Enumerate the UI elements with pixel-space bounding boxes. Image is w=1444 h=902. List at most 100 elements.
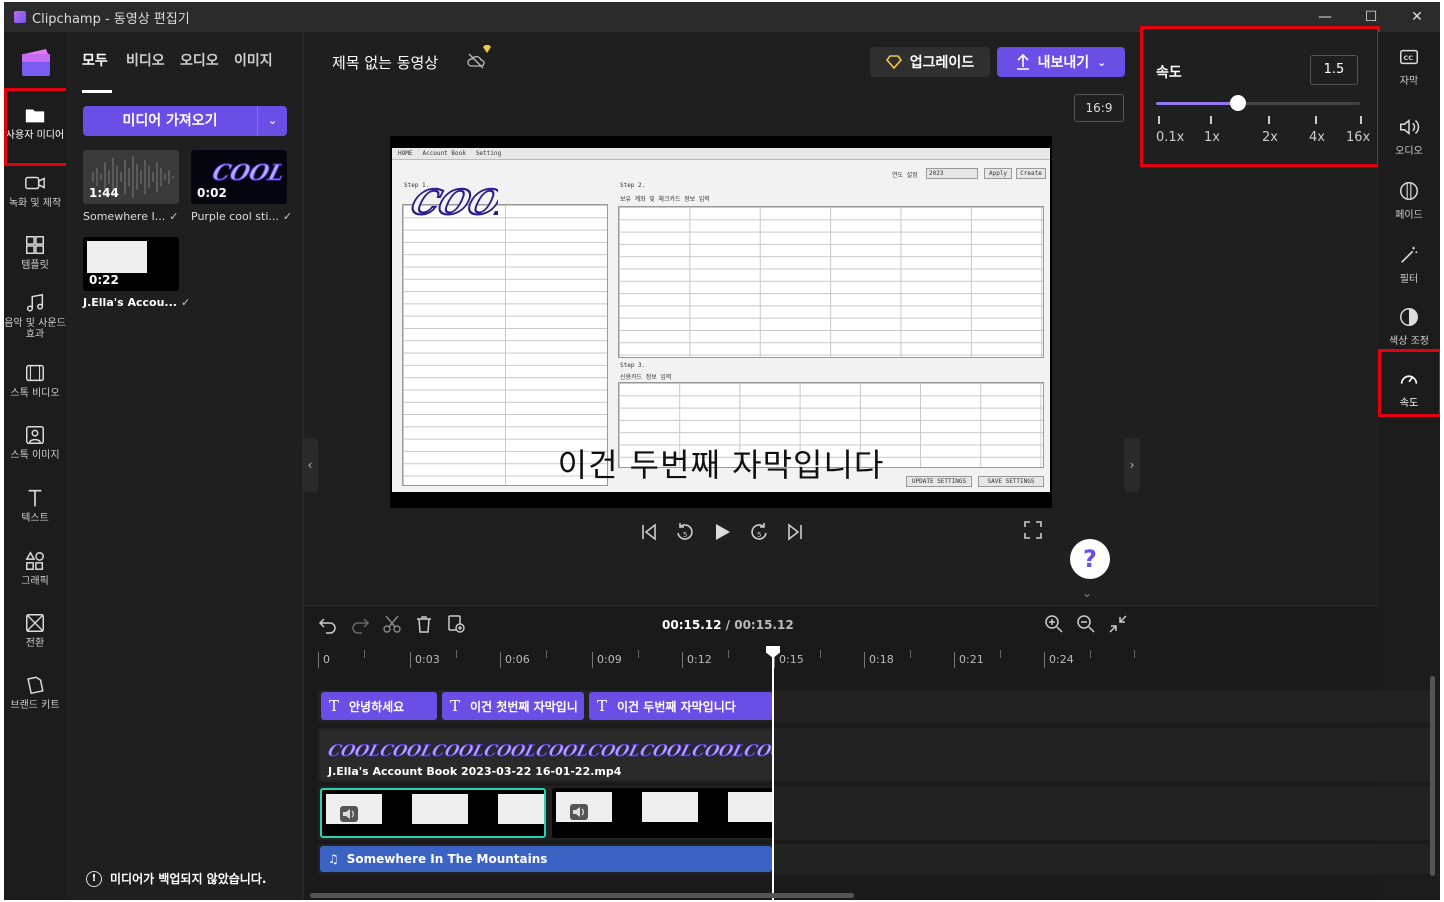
rail-item-graphics[interactable]: 그래픽: [4, 550, 66, 587]
play-icon[interactable]: [711, 521, 733, 543]
tab-video[interactable]: 비디오: [126, 54, 180, 69]
close-button[interactable]: ✕: [1394, 2, 1440, 32]
collapse-left-arrow[interactable]: ‹: [302, 438, 318, 492]
screen-menu-item: HOME: [398, 150, 413, 157]
ruler-mark: 0:18: [864, 652, 894, 668]
frame-thumbnail: [728, 792, 774, 822]
chevron-down-icon[interactable]: ⌄: [1082, 586, 1092, 600]
rail-item-templates[interactable]: 템플릿: [4, 234, 66, 271]
rail-item-text[interactable]: 텍스트: [4, 487, 66, 524]
svg-text:COOL: COOL: [690, 741, 747, 760]
rail-item-record[interactable]: 녹화 및 제작: [4, 172, 66, 209]
svg-text:COOL: COOL: [482, 741, 539, 760]
text-clip[interactable]: T 이건 첫번째 자막입니: [442, 692, 584, 720]
rail-item-stock-image[interactable]: 스톡 이미지: [4, 424, 66, 461]
rail-item-music[interactable]: 음악 및 사운드 효과: [4, 292, 66, 340]
media-thumb-recording[interactable]: 0:22: [83, 237, 179, 291]
tab-all[interactable]: 모두: [82, 54, 126, 69]
time-ruler[interactable]: 0 0:03 0:06 0:09 0:12 0:15 0:18 0:21 0:2…: [318, 646, 1438, 668]
video-preview[interactable]: HOME Account Book Setting Step 1. Step 2…: [390, 136, 1052, 508]
sticker-clip[interactable]: COOL COOL COOL COOL COOL COOL COOL COOL …: [320, 730, 772, 780]
scissors-icon[interactable]: [382, 614, 402, 634]
rail-item-label: 템플릿: [21, 260, 49, 271]
media-thumb-sticker[interactable]: COOL 0:02: [191, 150, 287, 204]
subtitle-overlay[interactable]: 이건 두번째 자막입니다: [392, 440, 1050, 486]
media-tabs: 모두 비디오 오디오 이미지: [82, 54, 288, 69]
rail-item-label: 브랜드 키트: [10, 700, 60, 711]
svg-text:CC: CC: [1404, 54, 1414, 62]
text-clip[interactable]: T 안녕하세요: [321, 692, 437, 720]
rewind-5-icon[interactable]: 5: [674, 521, 696, 543]
chevron-down-icon: ⌄: [1097, 55, 1107, 69]
rail-item-label: 녹화 및 제작: [8, 198, 62, 209]
tab-image[interactable]: 이미지: [234, 54, 288, 69]
frame-thumbnail: [498, 794, 544, 824]
rail-item-label: 오디오: [1395, 146, 1423, 157]
zoom-in-icon[interactable]: [1044, 614, 1064, 634]
premium-diamond-icon: [483, 45, 491, 53]
skip-start-icon[interactable]: [638, 521, 660, 543]
video-camera-icon: [25, 176, 45, 190]
redo-icon[interactable]: [350, 614, 370, 634]
rail-item-label: 페이드: [1395, 210, 1423, 221]
frame-thumbnail: [642, 792, 698, 822]
vertical-scrollbar[interactable]: [1430, 676, 1435, 876]
fade-icon: [1400, 182, 1418, 200]
export-button[interactable]: 내보내기 ⌄: [997, 47, 1125, 77]
timeline: 00:15.12 / 00:15.12 0 0:03 0:06 0:09 0:1…: [304, 605, 1435, 900]
project-title[interactable]: 제목 없는 동영상: [332, 52, 438, 73]
media-thumb-audio[interactable]: 1:44: [83, 150, 179, 204]
music-note-icon: [26, 293, 44, 312]
rail-item-filters[interactable]: 필터: [1378, 244, 1440, 285]
cloud-off-icon[interactable]: [466, 52, 486, 70]
speaker-icon: [340, 806, 358, 822]
step2-desc: 보유 계좌 및 체크카드 정보 입력: [620, 196, 710, 203]
playhead[interactable]: [772, 646, 774, 900]
import-media-button[interactable]: 미디어 가져오기 ⌄: [83, 106, 287, 136]
video-clip-selected[interactable]: [320, 788, 546, 838]
help-button[interactable]: ?: [1070, 539, 1110, 579]
trash-icon[interactable]: [414, 614, 434, 634]
skip-end-icon[interactable]: [784, 521, 806, 543]
rail-item-fade[interactable]: 페이드: [1378, 180, 1440, 221]
rail-item-label: 자막: [1399, 76, 1419, 87]
ruler-mark: 0:15: [774, 652, 804, 668]
brand-kit-icon: [27, 676, 44, 695]
ruler-minor-tick: [820, 650, 821, 658]
rail-item-brand-kit[interactable]: 브랜드 키트: [4, 674, 66, 711]
horizontal-scrollbar[interactable]: [310, 893, 854, 898]
templates-icon: [26, 236, 44, 254]
rail-item-captions[interactable]: CC 자막: [1378, 46, 1440, 87]
chevron-down-icon[interactable]: ⌄: [257, 106, 287, 136]
svg-text:5: 5: [757, 531, 761, 539]
upgrade-button[interactable]: 업그레이드: [870, 47, 990, 77]
forward-5-icon[interactable]: 5: [748, 521, 770, 543]
ruler-minor-tick: [1090, 650, 1091, 658]
tab-audio[interactable]: 오디오: [180, 54, 234, 69]
zoom-out-icon[interactable]: [1076, 614, 1096, 634]
music-note-icon: ♫: [328, 852, 339, 866]
screen-thumbnail: [87, 241, 147, 273]
step2-label: Step 2.: [620, 182, 646, 189]
rail-item-color-adjust[interactable]: 색상 조정: [1378, 306, 1440, 347]
undo-icon[interactable]: [318, 614, 338, 634]
duplicate-icon[interactable]: [446, 614, 466, 634]
text-clip[interactable]: T 이건 두번째 자막입니다: [589, 692, 773, 720]
video-clip[interactable]: [552, 788, 774, 838]
fullscreen-icon[interactable]: [1024, 521, 1042, 539]
ruler-minor-tick: [728, 650, 729, 658]
rail-item-label: 텍스트: [21, 513, 49, 524]
fit-timeline-icon[interactable]: [1108, 614, 1128, 634]
aspect-ratio-button[interactable]: 16:9: [1074, 94, 1124, 122]
ruler-minor-tick: [638, 650, 639, 658]
ruler-mark: 0: [318, 652, 330, 668]
rail-item-label: 음악 및 사운드 효과: [4, 318, 66, 340]
clipchamp-app: Clipchamp - 동영상 편집기 — ☐ ✕ 사용자 미디어 녹화 및 제…: [4, 2, 1440, 900]
collapse-right-arrow[interactable]: ›: [1124, 438, 1140, 492]
audio-clip[interactable]: ♫ Somewhere In The Mountains: [320, 846, 772, 872]
backup-warning[interactable]: ! 미디어가 백업되지 않았습니다.: [86, 870, 266, 887]
rail-item-audio[interactable]: 오디오: [1378, 116, 1440, 157]
rail-item-stock-video[interactable]: 스톡 비디오: [4, 362, 66, 399]
screen-menu-item: Account Book: [422, 150, 466, 157]
rail-item-transitions[interactable]: 전환: [4, 612, 66, 649]
